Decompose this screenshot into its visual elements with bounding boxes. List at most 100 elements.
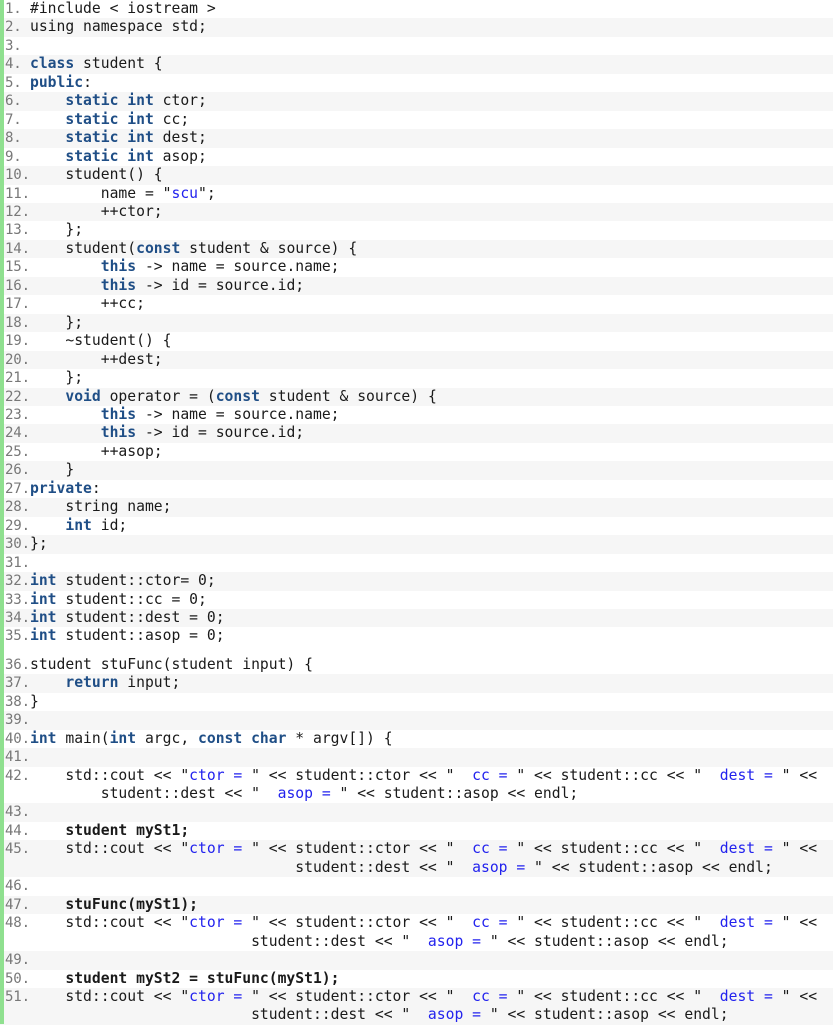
code-line[interactable]: 42. std::cout << "ctor = " << student::c… — [0, 766, 833, 804]
code-line-text: ~student() { — [30, 332, 172, 350]
line-number: 30. — [5, 536, 30, 553]
code-line[interactable]: 47. stuFunc(mySt1); — [0, 895, 833, 915]
code-line[interactable]: 30.}; — [0, 535, 833, 554]
code-line[interactable]: 46. — [0, 877, 833, 896]
line-number: 34. — [5, 609, 30, 626]
code-line-text: private: — [30, 479, 101, 497]
code-line[interactable]: 15. this -> name = source.name; — [0, 258, 833, 277]
code-line[interactable]: 20. ++dest; — [0, 350, 833, 370]
code-line[interactable]: 1. #include < iostream > — [0, 0, 833, 19]
code-line[interactable]: 34. int student::dest = 0; — [0, 608, 833, 628]
code-line[interactable]: 26. } — [0, 461, 833, 480]
code-line-text: static int cc; — [65, 110, 190, 128]
line-number: 20. — [5, 351, 30, 368]
line-number: 8. — [5, 130, 22, 147]
code-line-text: student() { — [30, 166, 163, 184]
code-line[interactable]: 24. this -> id = source.id; — [0, 424, 833, 443]
code-line[interactable]: 43. — [0, 803, 833, 822]
code-line[interactable]: 6. static int ctor; — [0, 92, 833, 111]
line-number: 44. — [5, 822, 30, 839]
code-line[interactable]: 5. public: — [0, 73, 833, 93]
line-number: 31. — [5, 554, 30, 571]
code-line[interactable]: 40. int main(int argc, const char * argv[… — [0, 729, 833, 749]
code-line[interactable]: 21. }; — [0, 369, 833, 388]
code-line[interactable]: 38.} — [0, 692, 833, 712]
code-line[interactable]: 48. std::cout << "ctor = " << student::c… — [0, 914, 833, 952]
code-line[interactable]: 32. int student::ctor= 0; — [0, 572, 833, 591]
code-line-text: std::cout << "ctor = " << student::ctor … — [30, 840, 818, 876]
code-line[interactable]: 33. int student::cc = 0; — [0, 590, 833, 609]
code-line-text: this -> id = source.id; — [100, 276, 305, 294]
code-line-text: static int asop; — [65, 147, 207, 165]
code-line[interactable]: 11. name = "scu"; — [0, 184, 833, 203]
line-number: 39. — [5, 712, 30, 729]
code-line[interactable]: 31. — [0, 553, 833, 573]
line-number: 27. — [5, 480, 30, 497]
code-line[interactable]: 3. — [0, 36, 833, 56]
code-line-text: this -> id = source.id; — [100, 424, 305, 442]
code-line-text: static int dest; — [65, 129, 207, 147]
code-line[interactable]: 44. student mySt1; — [0, 821, 833, 841]
code-line[interactable]: 22. void operator = (const student & sou… — [0, 387, 833, 406]
code-line[interactable]: 9. static int asop; — [0, 147, 833, 167]
line-number: 49. — [5, 952, 30, 969]
code-line-text: return input; — [65, 674, 181, 692]
code-line[interactable]: 35. int student::asop = 0; — [0, 627, 833, 646]
code-gap-row — [0, 645, 833, 656]
line-number: 9. — [5, 148, 22, 165]
code-line[interactable]: 36. student stuFunc(student input) { — [0, 655, 833, 675]
code-line-text: string name; — [30, 498, 172, 516]
line-number: 6. — [5, 93, 22, 110]
line-number: 37. — [5, 675, 30, 692]
code-line[interactable]: 50. student mySt2 = stuFunc(mySt1); — [0, 969, 833, 989]
code-line-text: ++ctor; — [30, 202, 163, 220]
code-line[interactable]: 28. string name; — [0, 498, 833, 517]
code-line[interactable]: 23. this -> name = source.name; — [0, 405, 833, 425]
code-line[interactable]: 8. static int dest; — [0, 129, 833, 148]
code-line[interactable]: 14. student(const student & source) { — [0, 239, 833, 259]
code-line-text: static int ctor; — [65, 92, 207, 110]
code-line[interactable]: 29. int id; — [0, 516, 833, 536]
code-line[interactable]: 39. — [0, 711, 833, 730]
line-number: 36. — [5, 656, 30, 673]
code-line-text: }; — [30, 369, 84, 387]
code-line[interactable]: 4. class student { — [0, 55, 833, 74]
code-line-text: this -> name = source.name; — [100, 405, 340, 423]
line-number: 32. — [5, 573, 30, 590]
line-number: 40. — [5, 730, 30, 747]
code-line-text: student mySt2 = stuFunc(mySt1); — [30, 969, 340, 987]
line-number: 50. — [5, 970, 30, 987]
line-number: 10. — [5, 167, 30, 184]
code-line-text: int student::ctor= 0; — [30, 572, 216, 590]
code-line-text: using namespace std; — [30, 18, 207, 36]
code-line[interactable]: 19. ~student() { — [0, 332, 833, 351]
code-line[interactable]: 37. return input; — [0, 674, 833, 693]
line-number: 5. — [5, 74, 22, 91]
code-line[interactable]: 7. static int cc; — [0, 110, 833, 130]
line-number: 45. — [5, 841, 30, 858]
line-number: 15. — [5, 259, 30, 276]
code-viewer[interactable]: 1. #include < iostream > 2. using namespace… — [0, 0, 833, 1025]
code-line[interactable]: 18. }; — [0, 313, 833, 333]
code-line-text: stuFunc(mySt1); — [30, 895, 199, 913]
line-number: 33. — [5, 591, 30, 608]
line-number: 21. — [5, 370, 30, 387]
code-line[interactable]: 25. ++asop; — [0, 442, 833, 462]
code-line[interactable]: 41. — [0, 748, 833, 767]
code-line[interactable]: 45. std::cout << "ctor = " << student::c… — [0, 840, 833, 878]
line-number: 41. — [5, 749, 30, 766]
code-line[interactable]: 13. }; — [0, 221, 833, 240]
code-line[interactable]: 2. using namespace std; — [0, 18, 833, 37]
code-line[interactable]: 17. ++cc; — [0, 295, 833, 314]
code-line-text: int student::dest = 0; — [30, 608, 225, 626]
line-number: 26. — [5, 462, 30, 479]
code-line[interactable]: 27. private: — [0, 479, 833, 499]
code-line[interactable]: 12. ++ctor; — [0, 202, 833, 222]
code-line[interactable]: 10. student() { — [0, 166, 833, 185]
code-line[interactable]: 51. std::cout << "ctor = " << student::c… — [0, 988, 833, 1025]
code-line[interactable]: 16. this -> id = source.id; — [0, 276, 833, 296]
code-line[interactable]: 49. — [0, 951, 833, 970]
code-line-text: name = "scu"; — [30, 184, 216, 202]
line-number: 3. — [5, 37, 22, 54]
line-number: 35. — [5, 628, 30, 645]
